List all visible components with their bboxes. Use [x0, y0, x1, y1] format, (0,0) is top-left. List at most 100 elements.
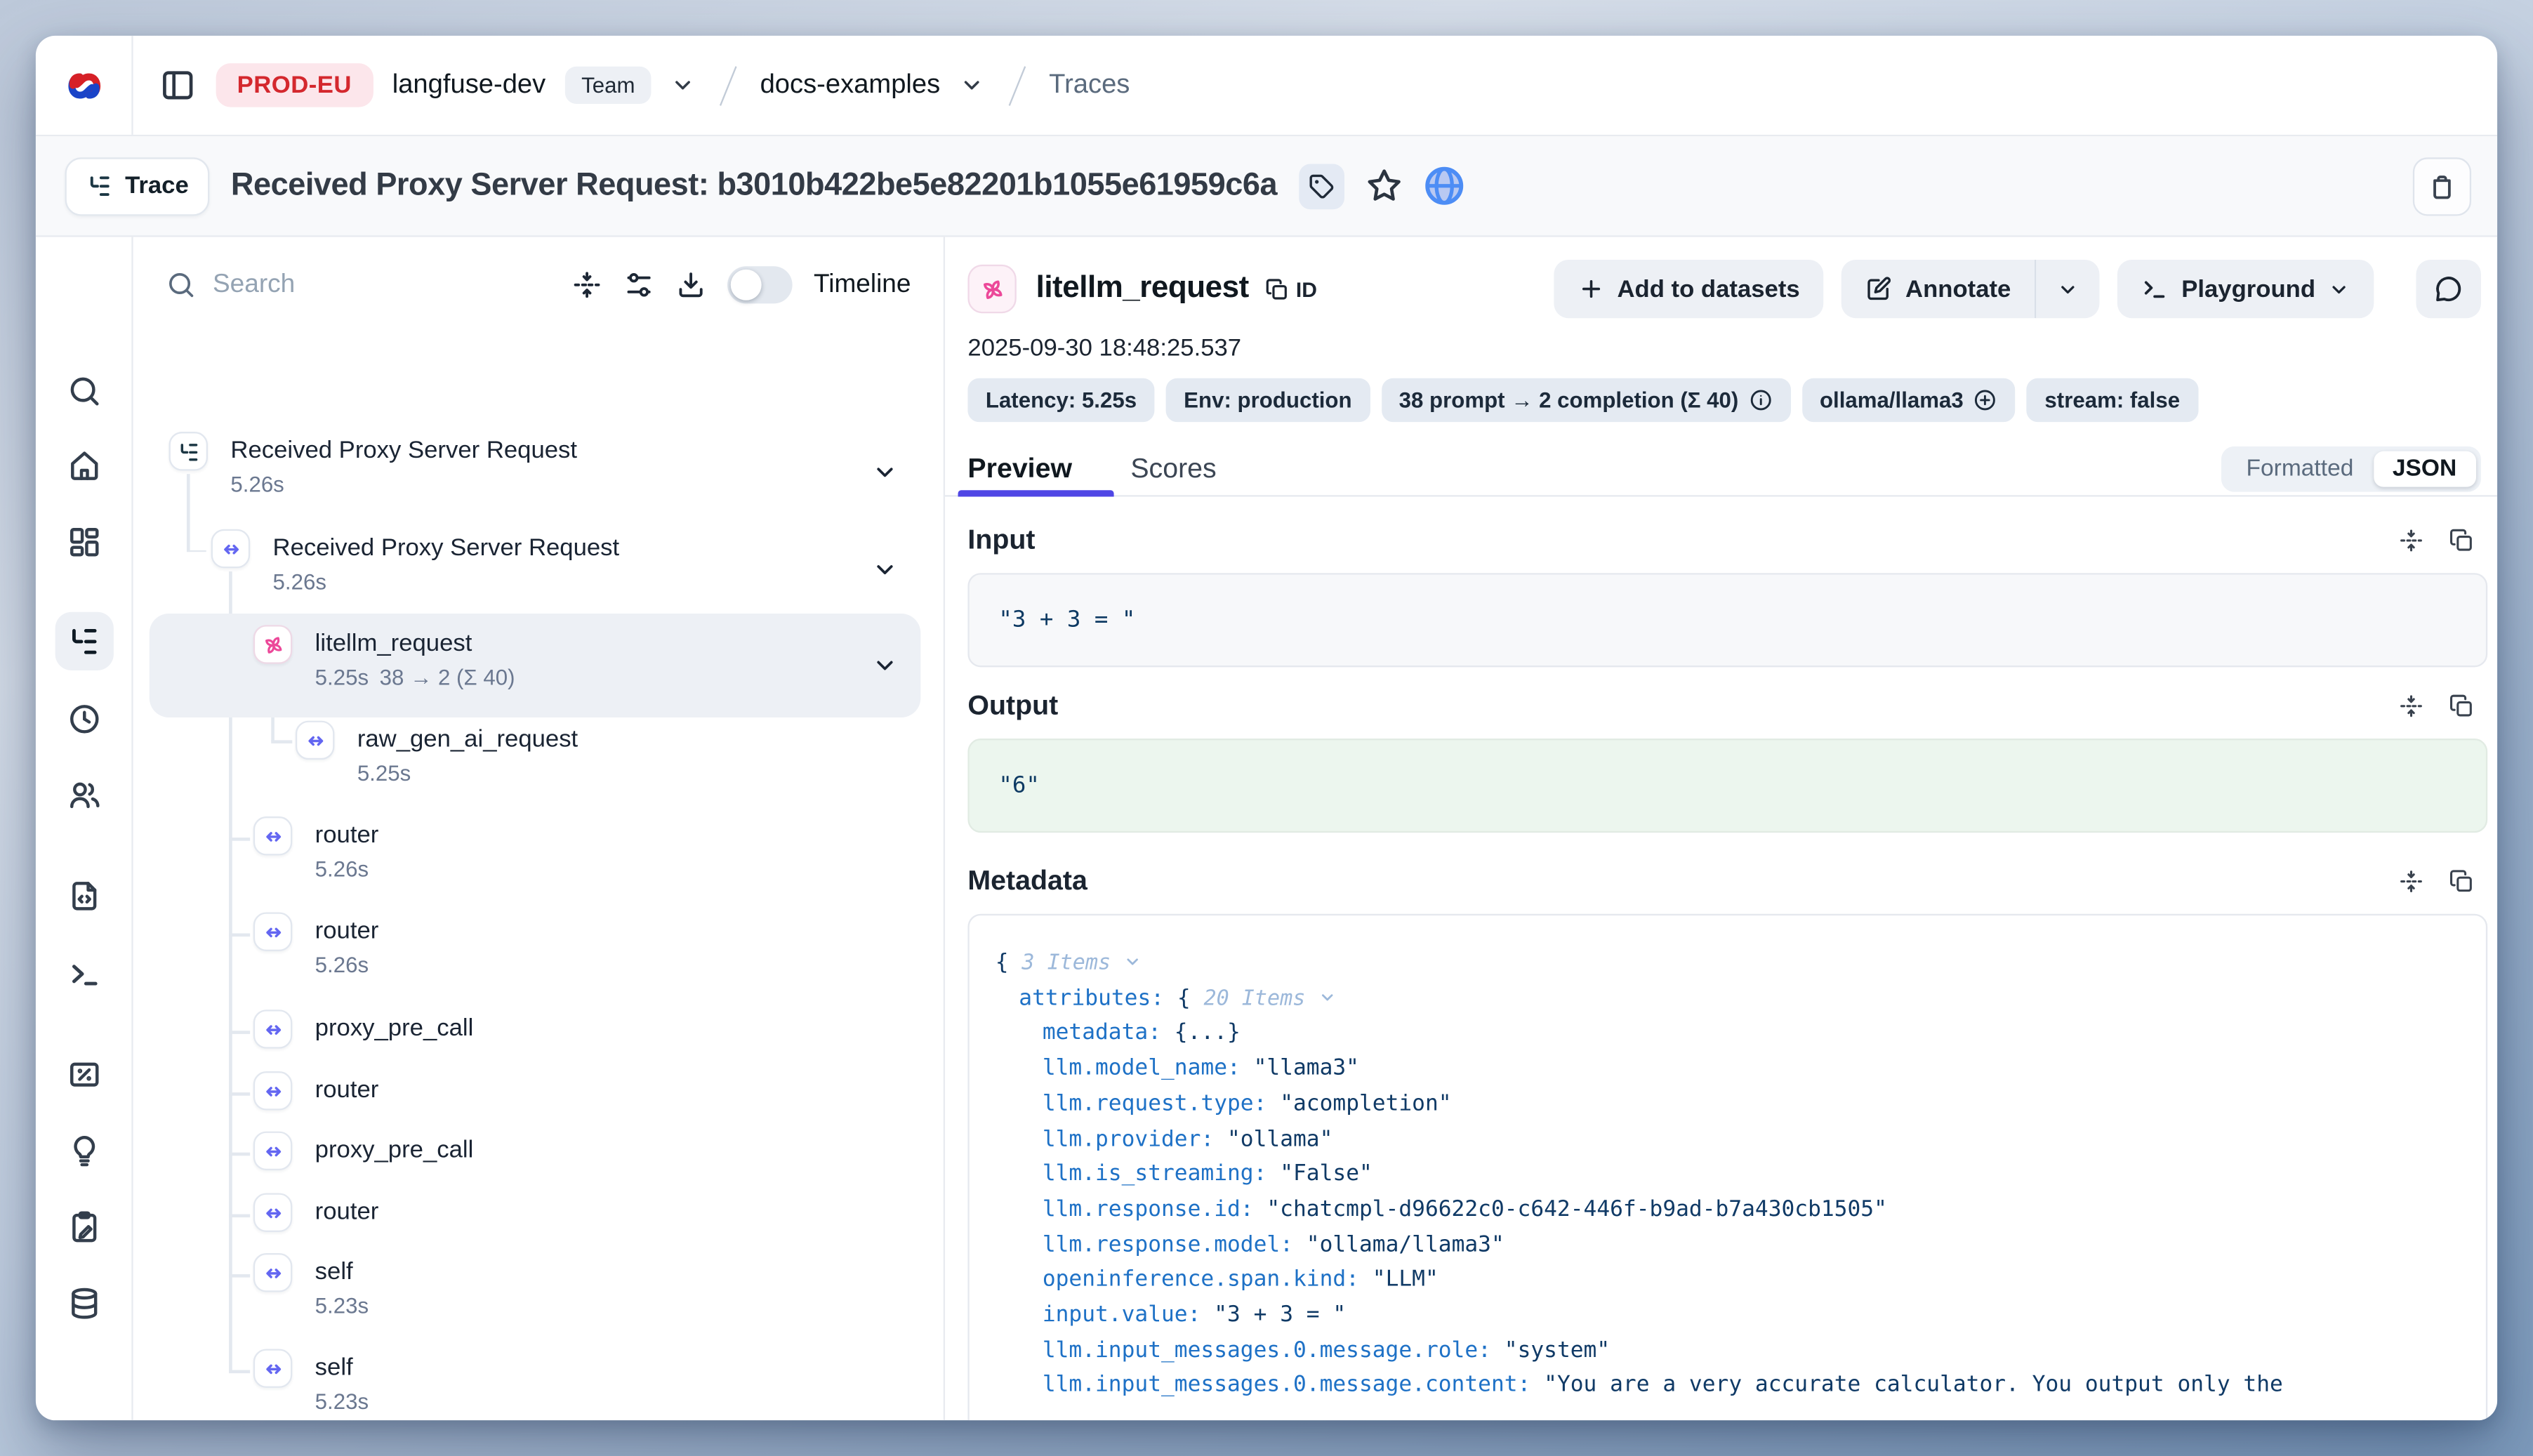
- sidebar-datasets-database-icon[interactable]: [54, 1274, 112, 1332]
- annotate-button[interactable]: Annotate: [1842, 260, 2035, 318]
- sidebar-playground-terminal-icon[interactable]: [54, 945, 112, 1003]
- observation-scroll-area[interactable]: Input "3 + 3 = " Output: [945, 497, 2497, 1421]
- sidebar-toggle-icon[interactable]: [159, 67, 197, 104]
- metadata-json-viewer[interactable]: { 3 Items attributes: { 20 Items metadat…: [967, 914, 2487, 1420]
- metadata-section-header: Metadata: [967, 865, 2487, 897]
- tree-row[interactable]: Received Proxy Server Request5.26s: [150, 529, 921, 601]
- span-icon: [253, 1071, 293, 1110]
- delete-trace-icon[interactable]: [2413, 157, 2471, 215]
- tree-search[interactable]: [166, 270, 550, 300]
- expand-chevron-down-icon[interactable]: [872, 459, 898, 485]
- annotate-split-button: Annotate: [1842, 260, 2101, 318]
- timeline-label: Timeline: [814, 270, 911, 300]
- metadata-line: llm.provider: "ollama": [996, 1123, 2460, 1158]
- tree-row[interactable]: proxy_pre_call: [150, 1132, 921, 1170]
- tab-preview[interactable]: Preview: [967, 441, 1072, 496]
- format-option-formatted[interactable]: Formatted: [2227, 451, 2373, 487]
- project-chevron-down-icon[interactable]: [960, 73, 984, 98]
- app-window: PROD-EU langfuse-dev Team docs-examples …: [36, 36, 2497, 1420]
- observation-badge[interactable]: stream: false: [2027, 378, 2198, 422]
- tree-row[interactable]: self5.23s: [150, 1253, 921, 1325]
- environment-badge[interactable]: PROD-EU: [216, 63, 373, 107]
- globe-public-icon[interactable]: [1423, 166, 1464, 206]
- collapse-all-icon[interactable]: [571, 270, 602, 300]
- org-name[interactable]: langfuse-dev: [392, 70, 546, 100]
- sidebar-annotation-clipboard-icon[interactable]: [54, 1198, 112, 1256]
- tree-item-name: router: [315, 1075, 379, 1107]
- copy-metadata-icon[interactable]: [2449, 868, 2475, 894]
- collapse-items-note[interactable]: 3 Items: [1021, 951, 1141, 976]
- sidebar-prompts-file-icon[interactable]: [54, 867, 112, 925]
- tree-row[interactable]: self5.23s: [150, 1349, 921, 1420]
- trace-type-badge: Trace: [65, 157, 210, 215]
- body: Timeline: [36, 237, 2497, 1421]
- sidebar-lightbulb-icon[interactable]: [54, 1122, 112, 1180]
- output-section-header: Output: [967, 690, 2487, 722]
- sidebar-home-icon[interactable]: [54, 437, 112, 495]
- tree-row[interactable]: router: [150, 1193, 921, 1231]
- span-icon: [253, 1253, 293, 1292]
- sidebar-settings-gear-icon[interactable]: [54, 1417, 112, 1421]
- breadcrumb-section[interactable]: Traces: [1049, 70, 1130, 100]
- sidebar-users-icon[interactable]: [54, 766, 112, 824]
- observation-badge[interactable]: 38 prompt → 2 completion (Σ 40): [1381, 378, 1790, 422]
- annotate-dropdown-chevron-icon[interactable]: [2035, 260, 2101, 318]
- download-icon[interactable]: [675, 270, 706, 300]
- org-role-chip: Team: [565, 67, 652, 104]
- tree-item-name: raw_gen_ai_request: [357, 724, 578, 756]
- search-icon: [166, 270, 197, 300]
- observation-badge[interactable]: ollama/llama3: [1802, 378, 2016, 422]
- tree-row[interactable]: Received Proxy Server Request5.26s: [150, 432, 921, 503]
- collapse-input-icon[interactable]: [2398, 527, 2424, 553]
- collapse-items-note[interactable]: 20 Items: [1204, 986, 1336, 1011]
- tree-settings-sliders-icon[interactable]: [623, 270, 654, 300]
- tabs-row: Preview Scores Formatted JSON: [945, 442, 2497, 497]
- metadata-line: metadata: {...}: [996, 1017, 2460, 1052]
- expand-chevron-down-icon[interactable]: [872, 653, 898, 679]
- tree-item-name: proxy_pre_call: [315, 1013, 474, 1045]
- add-to-datasets-button[interactable]: Add to datasets: [1554, 260, 1824, 318]
- tree-item-duration: 5.25s: [357, 756, 578, 792]
- sidebar-tracing-icon[interactable]: [54, 612, 112, 670]
- tree-row[interactable]: router5.26s: [150, 912, 921, 984]
- tree-item-duration: 5.26s: [230, 468, 577, 503]
- knot-logo-icon[interactable]: [59, 61, 107, 110]
- copy-id-button[interactable]: ID: [1265, 277, 1317, 301]
- tree-item-name: Received Proxy Server Request: [230, 435, 577, 468]
- collapse-metadata-icon[interactable]: [2398, 868, 2424, 894]
- tag-icon[interactable]: [1298, 163, 1344, 209]
- observation-actions: Add to datasets Annotate: [1554, 260, 2481, 318]
- tab-scores[interactable]: Scores: [1130, 441, 1216, 496]
- tree-row[interactable]: router: [150, 1071, 921, 1110]
- copy-input-icon[interactable]: [2449, 527, 2475, 553]
- observation-badge[interactable]: Latency: 5.25s: [967, 378, 1154, 422]
- observation-name: litellm_request: [1036, 271, 1249, 307]
- tree-row[interactable]: raw_gen_ai_request5.25s: [150, 721, 921, 793]
- observation-badges: Latency: 5.25s Env: production38 prompt →…: [945, 362, 2497, 423]
- span-icon: [253, 1132, 293, 1170]
- playground-button[interactable]: Playground: [2118, 260, 2374, 318]
- span-icon: [253, 1010, 293, 1048]
- tree-item-duration: 5.23s: [315, 1289, 369, 1325]
- format-option-json[interactable]: JSON: [2373, 451, 2476, 487]
- star-favorite-icon[interactable]: [1365, 167, 1402, 204]
- observation-badge[interactable]: Env: production: [1166, 378, 1370, 422]
- copy-output-icon[interactable]: [2449, 693, 2475, 719]
- tree-row[interactable]: litellm_request5.25s 38 → 2 (Σ 40): [150, 614, 921, 717]
- trace-header: Trace Received Proxy Server Request: b30…: [36, 136, 2497, 237]
- timeline-toggle[interactable]: [727, 266, 793, 303]
- search-input[interactable]: [213, 270, 408, 300]
- comments-button[interactable]: [2416, 260, 2481, 318]
- expand-chevron-down-icon[interactable]: [872, 557, 898, 583]
- sidebar-sessions-clock-icon[interactable]: [54, 690, 112, 748]
- sidebar-dashboard-icon[interactable]: [54, 513, 112, 571]
- tree-item-name: self: [315, 1352, 369, 1384]
- project-name[interactable]: docs-examples: [760, 70, 941, 100]
- collapse-output-icon[interactable]: [2398, 693, 2424, 719]
- org-chevron-down-icon[interactable]: [670, 73, 695, 98]
- generation-icon: [253, 625, 293, 663]
- tree-row[interactable]: proxy_pre_call: [150, 1010, 921, 1048]
- tree-row[interactable]: router5.26s: [150, 816, 921, 888]
- sidebar-evals-icon[interactable]: [54, 1045, 112, 1104]
- sidebar-search-icon[interactable]: [54, 362, 112, 421]
